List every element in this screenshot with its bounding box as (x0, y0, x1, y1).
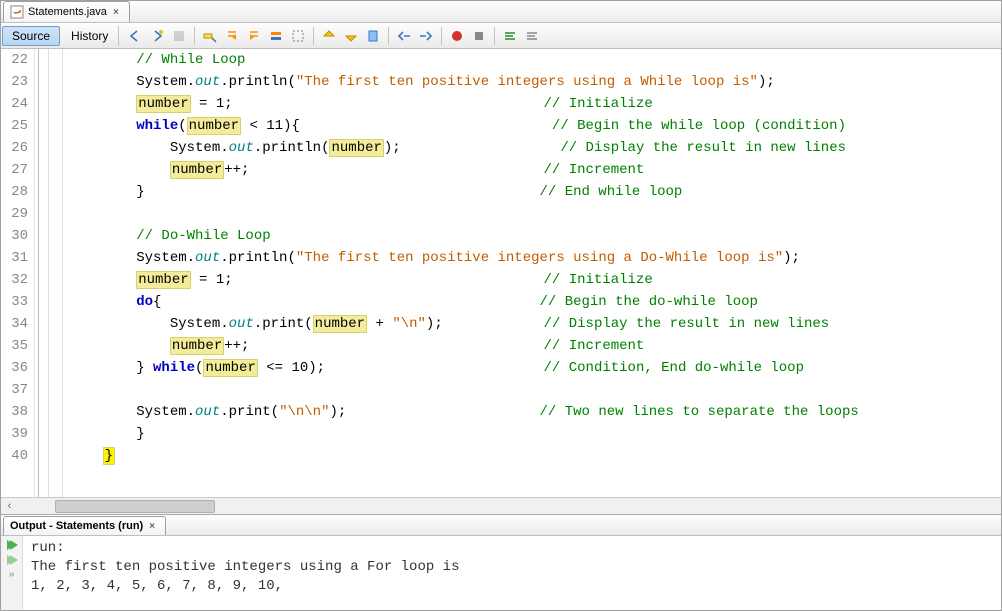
marker-gutter (35, 49, 49, 497)
code-line[interactable]: do{ // Begin the do-while loop (69, 291, 1001, 313)
line-number: 34 (1, 313, 28, 335)
nav-forward-icon[interactable] (147, 26, 167, 46)
code-line[interactable]: number = 1; // Initialize (69, 93, 1001, 115)
line-number: 38 (1, 401, 28, 423)
code-line[interactable]: } while(number <= 10); // Condition, End… (69, 357, 1001, 379)
output-gutter: » (1, 536, 23, 610)
next-bookmark-icon[interactable] (341, 26, 361, 46)
selection-mode-icon[interactable] (288, 26, 308, 46)
line-number: 22 (1, 49, 28, 71)
line-number: 30 (1, 225, 28, 247)
code-line[interactable]: // Do-While Loop (69, 225, 1001, 247)
run-again-icon[interactable] (5, 554, 19, 566)
output-tab[interactable]: Output - Statements (run) × (3, 516, 166, 535)
history-tab[interactable]: History (61, 26, 119, 46)
highlight-icon[interactable] (266, 26, 286, 46)
separator (313, 27, 314, 45)
comment-icon[interactable] (500, 26, 520, 46)
line-number: 32 (1, 269, 28, 291)
code-line[interactable]: number++; // Increment (69, 335, 1001, 357)
find-selection-icon[interactable] (200, 26, 220, 46)
ide-window: Statements.java × Source History (0, 0, 1002, 611)
file-tab-label: Statements.java (28, 6, 107, 18)
line-number: 25 (1, 115, 28, 137)
code-line[interactable] (69, 203, 1001, 225)
horizontal-scrollbar[interactable]: ‹ (1, 497, 1001, 514)
shift-right-icon[interactable] (416, 26, 436, 46)
code-line[interactable]: } // End while loop (69, 181, 1001, 203)
code-line[interactable]: System.out.println("The first ten positi… (69, 71, 1001, 93)
code-line[interactable]: number++; // Increment (69, 159, 1001, 181)
uncomment-icon[interactable] (522, 26, 542, 46)
output-tab-strip: Output - Statements (run) × (1, 514, 1001, 536)
separator (441, 27, 442, 45)
close-icon[interactable]: × (111, 7, 121, 17)
chevrons-icon[interactable]: » (9, 569, 15, 580)
code-line[interactable]: System.out.print("\n\n"); // Two new lin… (69, 401, 1001, 423)
line-number: 36 (1, 357, 28, 379)
code-line[interactable]: System.out.print(number + "\n"); // Disp… (69, 313, 1001, 335)
code-line[interactable]: } (69, 423, 1001, 445)
code-line[interactable]: } (69, 445, 1001, 467)
line-number: 28 (1, 181, 28, 203)
diff-icon[interactable] (169, 26, 189, 46)
line-number: 33 (1, 291, 28, 313)
find-prev-icon[interactable] (222, 26, 242, 46)
code-area[interactable]: // While Loop System.out.println("The fi… (63, 49, 1001, 497)
code-line[interactable]: System.out.println("The first ten positi… (69, 247, 1001, 269)
line-number: 40 (1, 445, 28, 467)
file-tab[interactable]: Statements.java × (3, 1, 130, 22)
line-number: 31 (1, 247, 28, 269)
line-number: 24 (1, 93, 28, 115)
toolbar-icons (119, 26, 542, 46)
stop-macro-icon[interactable] (469, 26, 489, 46)
output-tab-label: Output - Statements (run) (10, 520, 143, 532)
line-number: 27 (1, 159, 28, 181)
fold-gutter (49, 49, 63, 497)
code-line[interactable] (69, 379, 1001, 401)
code-line[interactable]: // While Loop (69, 49, 1001, 71)
code-line[interactable]: System.out.println(number); // Display t… (69, 137, 1001, 159)
close-icon[interactable]: × (147, 521, 157, 531)
java-file-icon (10, 5, 24, 19)
line-number: 26 (1, 137, 28, 159)
run-icon[interactable] (5, 539, 19, 551)
source-tab[interactable]: Source (2, 26, 60, 46)
scroll-left-icon[interactable]: ‹ (1, 498, 18, 515)
line-number-gutter: 22232425262728293031323334353637383940 (1, 49, 35, 497)
line-number: 29 (1, 203, 28, 225)
line-number: 39 (1, 423, 28, 445)
toggle-bookmark-icon[interactable] (363, 26, 383, 46)
prev-bookmark-icon[interactable] (319, 26, 339, 46)
line-number: 37 (1, 379, 28, 401)
nav-back-icon[interactable] (125, 26, 145, 46)
start-macro-icon[interactable] (447, 26, 467, 46)
separator (194, 27, 195, 45)
separator (388, 27, 389, 45)
editor-toolbar: Source History (1, 23, 1001, 49)
code-editor[interactable]: 22232425262728293031323334353637383940 /… (1, 49, 1001, 497)
file-tab-strip: Statements.java × (1, 1, 1001, 23)
scrollbar-thumb[interactable] (55, 500, 215, 513)
output-text[interactable]: run: The first ten positive integers usi… (23, 536, 1001, 610)
code-line[interactable]: number = 1; // Initialize (69, 269, 1001, 291)
line-number: 23 (1, 71, 28, 93)
code-line[interactable]: while(number < 11){ // Begin the while l… (69, 115, 1001, 137)
separator (494, 27, 495, 45)
line-number: 35 (1, 335, 28, 357)
output-panel: » run: The first ten positive integers u… (1, 536, 1001, 610)
find-next-icon[interactable] (244, 26, 264, 46)
shift-left-icon[interactable] (394, 26, 414, 46)
